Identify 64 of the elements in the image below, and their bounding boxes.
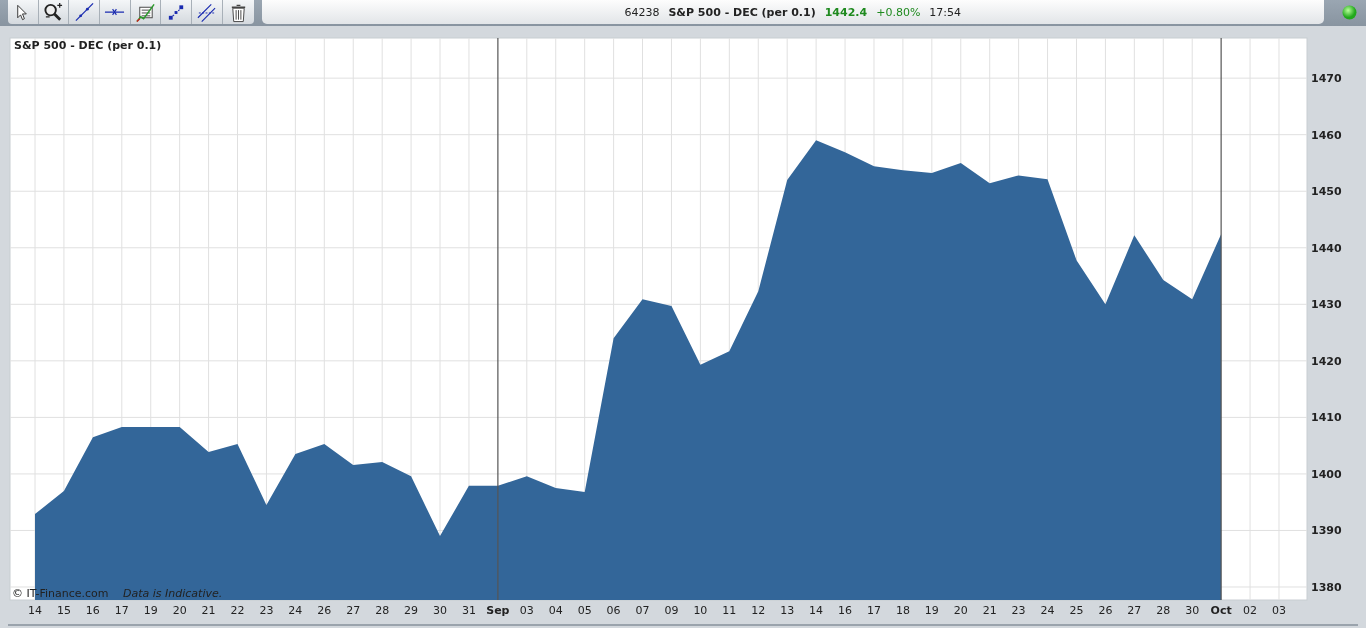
x-axis-label: Sep	[486, 604, 510, 617]
x-axis-label: 23	[1011, 604, 1026, 617]
x-axis-label: 03	[519, 604, 534, 617]
y-axis-label: 1410	[1311, 411, 1342, 425]
x-axis-label: 28	[1156, 604, 1171, 617]
x-axis-label: 21	[982, 604, 997, 617]
x-axis-label: 31	[461, 604, 476, 617]
x-axis-label: 20	[172, 604, 187, 617]
last-price: 1442.4	[824, 5, 868, 19]
x-axis-label: 30	[1185, 604, 1200, 617]
y-axis-label: 1420	[1311, 354, 1342, 368]
disclaimer-text: Data is Indicative.	[123, 587, 223, 600]
x-axis-label: 03	[1272, 604, 1286, 617]
x-axis-label: 19	[924, 604, 939, 617]
price-change: +0.80%	[876, 5, 921, 19]
quote-time: 17:54	[929, 5, 962, 19]
x-axis-label: 02	[1243, 604, 1258, 617]
zoom-in-icon	[43, 1, 65, 23]
x-axis-label: 09	[664, 604, 679, 617]
x-axis-label: 21	[201, 604, 216, 617]
x-axis-label: 14	[809, 604, 824, 617]
x-axis-label: 18	[895, 604, 910, 617]
x-axis-label: 05	[577, 604, 592, 617]
x-axis-label: 24	[1040, 604, 1055, 617]
instrument-name: S&P 500 - DEC (per 0.1)	[668, 5, 816, 19]
x-axis-label: 28	[375, 604, 390, 617]
x-axis-label: 27	[1127, 604, 1142, 617]
x-axis-label: 14	[28, 604, 42, 617]
x-axis-label: Oct	[1210, 604, 1232, 617]
parallel-lines-icon	[196, 1, 218, 23]
y-axis-label: 1440	[1311, 241, 1342, 255]
x-axis-label: 22	[230, 604, 245, 617]
y-axis-label: 1430	[1311, 298, 1342, 312]
y-axis-label: 1390	[1311, 524, 1342, 538]
y-axis-label: 1470	[1311, 72, 1342, 86]
x-axis-label: 17	[114, 604, 129, 617]
x-axis-label: 23	[259, 604, 274, 617]
chart-title: S&P 500 - DEC (per 0.1)	[14, 39, 162, 52]
x-axis-label: 04	[548, 604, 563, 617]
x-axis-label: 30	[433, 604, 447, 617]
quote-code: 64238	[624, 5, 660, 19]
x-axis-label: 16	[85, 604, 100, 617]
x-axis-label: 24	[288, 604, 303, 617]
y-axis-label: 1400	[1311, 467, 1342, 481]
y-axis-label: 1450	[1311, 185, 1342, 199]
x-axis-label: 29	[404, 604, 419, 617]
x-axis-label: 26	[317, 604, 332, 617]
y-axis-label: 1460	[1311, 128, 1342, 142]
x-axis-label: 16	[838, 604, 853, 617]
x-axis-label: 19	[143, 604, 158, 617]
x-axis-label: 10	[693, 604, 708, 617]
x-axis-label: 25	[1069, 604, 1084, 617]
trend-line-icon	[73, 1, 95, 23]
x-axis-label: 12	[751, 604, 766, 617]
x-axis-label: 27	[346, 604, 361, 617]
y-axis-label: 1380	[1311, 581, 1342, 594]
x-axis-label: 15	[56, 604, 71, 617]
x-axis-label: 26	[1098, 604, 1113, 617]
x-axis-label: 06	[606, 604, 621, 617]
x-axis-label: 13	[780, 604, 795, 617]
x-axis-label: 17	[866, 604, 881, 617]
x-axis-label: 07	[635, 604, 650, 617]
x-axis-label: 11	[722, 604, 737, 617]
x-axis-label: 20	[953, 604, 968, 617]
